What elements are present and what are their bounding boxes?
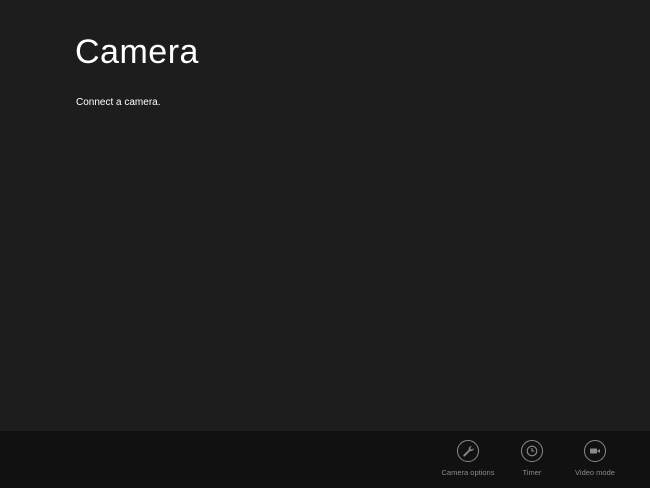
timer-label: Timer (522, 468, 542, 477)
video-mode-circle (584, 440, 606, 462)
wrench-icon (463, 446, 474, 457)
video-camera-icon (590, 448, 600, 454)
camera-options-label: Camera options (441, 468, 495, 477)
video-mode-label: Video mode (575, 468, 615, 477)
clock-icon (526, 445, 538, 457)
camera-app: Camera Connect a camera. Camera options … (0, 0, 650, 488)
camera-options-button[interactable]: Camera options (433, 440, 503, 477)
connect-camera-message: Connect a camera. (76, 97, 161, 108)
timer-circle (521, 440, 543, 462)
app-bar: Camera options Timer Video mode (0, 431, 650, 488)
video-mode-button[interactable]: Video mode (560, 440, 630, 477)
camera-options-circle (457, 440, 479, 462)
timer-button[interactable]: Timer (497, 440, 567, 477)
page-title: Camera (75, 33, 199, 71)
